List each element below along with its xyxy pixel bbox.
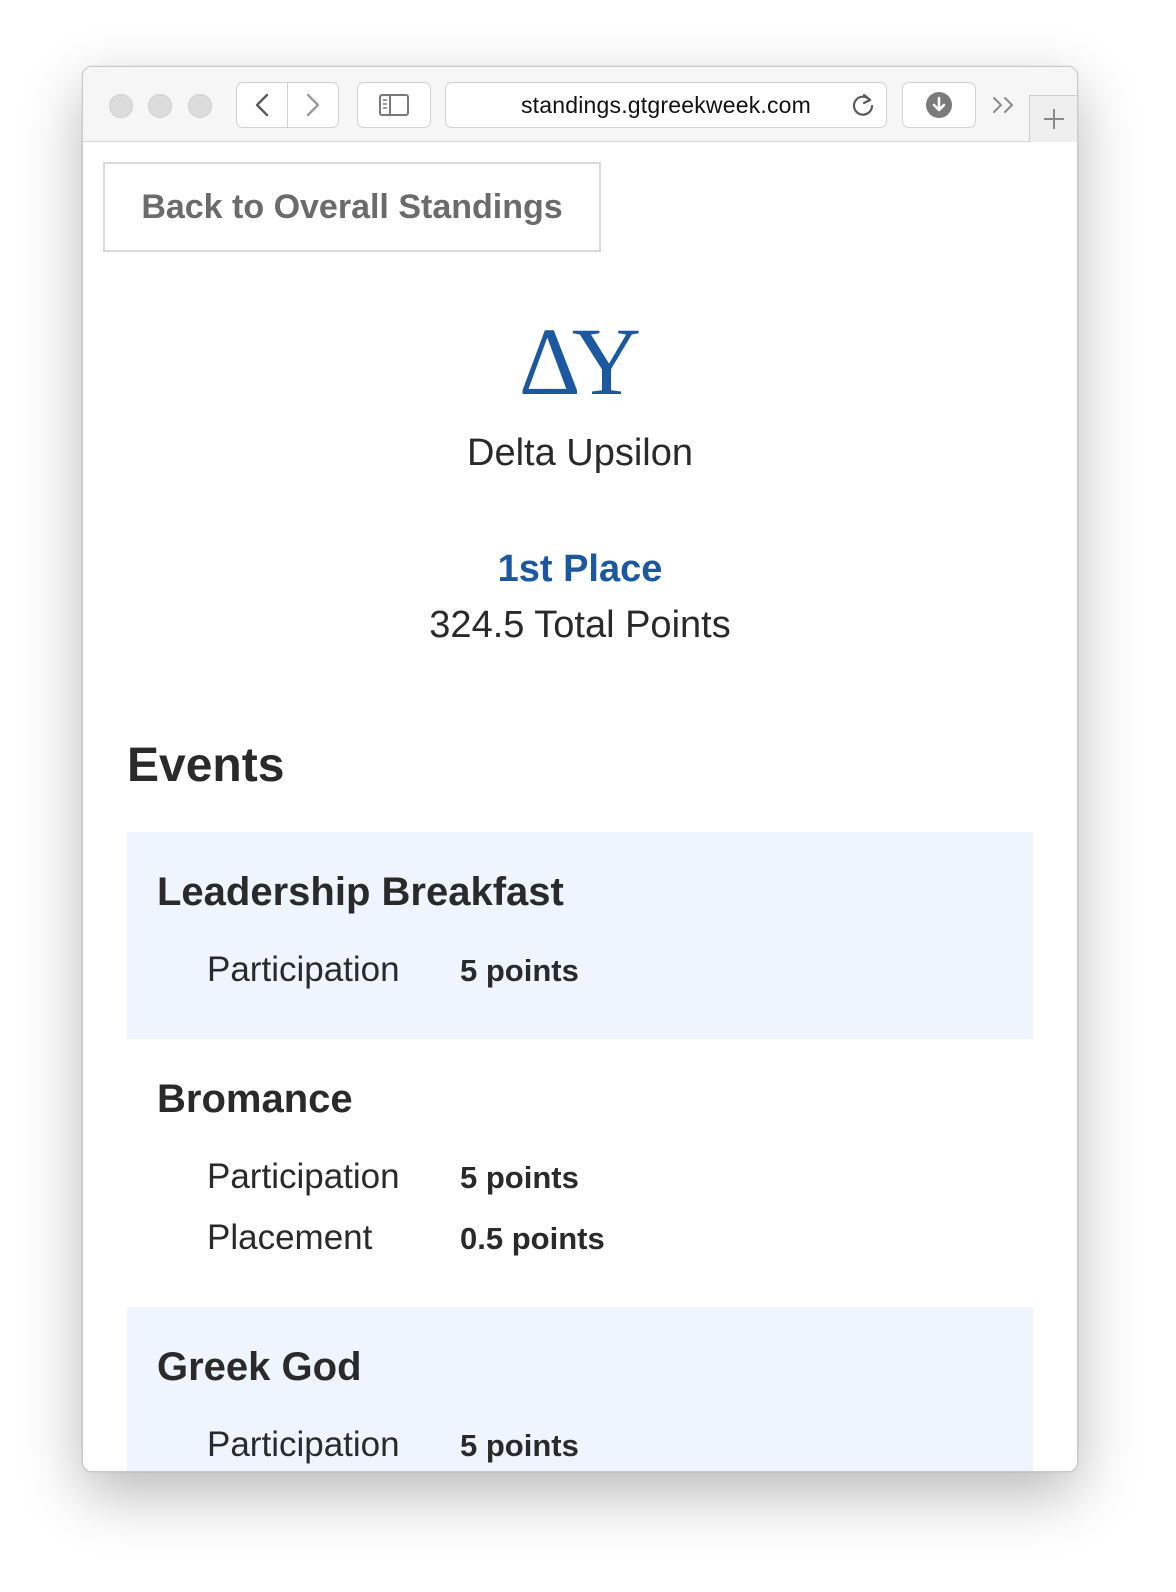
back-nav-button[interactable] xyxy=(236,82,288,128)
place-ranking: 1st Place xyxy=(497,548,663,590)
forward-chevron-icon xyxy=(306,93,320,117)
score-row: Placement 0.5 points xyxy=(207,1218,605,1258)
event-title: Greek God xyxy=(157,1345,362,1389)
score-row: Participation 5 points xyxy=(207,1157,579,1197)
score-points: 5 points xyxy=(460,1160,579,1195)
score-label: Participation xyxy=(207,1425,400,1464)
back-chevron-icon xyxy=(255,93,269,117)
score-label: Placement xyxy=(207,1218,373,1257)
score-points: 5 points xyxy=(460,953,579,988)
score-label: Participation xyxy=(207,1157,400,1196)
minimize-window-button[interactable] xyxy=(148,94,172,118)
downloads-button[interactable] xyxy=(902,82,976,128)
total-points: 324.5 Total Points xyxy=(429,604,731,646)
score-points: 5 points xyxy=(460,1428,579,1463)
back-to-standings-button[interactable]: Back to Overall Standings xyxy=(103,162,601,252)
score-points: 0.5 points xyxy=(460,1221,605,1256)
greek-letters-logo: ΔΥ xyxy=(518,308,642,415)
url-text: standings.gtgreekweek.com xyxy=(520,91,812,118)
event-card: Greek God Participation 5 points xyxy=(127,1307,1033,1471)
plus-icon xyxy=(1043,109,1064,129)
event-card: Bromance Participation 5 points Placement… xyxy=(127,1039,1033,1307)
score-label: Participation xyxy=(207,950,400,989)
sidebar-icon xyxy=(379,94,409,116)
address-bar[interactable]: standings.gtgreekweek.com xyxy=(445,82,887,128)
forward-nav-button[interactable] xyxy=(287,82,339,128)
score-row: Participation 5 points xyxy=(207,950,579,990)
event-title: Bromance xyxy=(157,1077,353,1121)
event-title: Leadership Breakfast xyxy=(157,870,564,914)
zoom-window-button[interactable] xyxy=(188,94,212,118)
page-content: Back to Overall Standings ΔΥ Delta Upsil… xyxy=(83,142,1077,1471)
overflow-chevron-icon[interactable] xyxy=(991,93,1019,117)
organization-name: Delta Upsilon xyxy=(467,432,693,474)
sidebar-toggle-button[interactable] xyxy=(357,82,431,128)
new-tab-button[interactable] xyxy=(1029,95,1077,142)
browser-toolbar: standings.gtgreekweek.com xyxy=(83,67,1077,142)
reload-icon[interactable] xyxy=(850,92,876,118)
event-card: Leadership Breakfast Participation 5 poin… xyxy=(127,832,1033,1039)
download-icon xyxy=(926,92,952,118)
score-row: Participation 5 points xyxy=(207,1425,579,1465)
close-window-button[interactable] xyxy=(109,94,133,118)
browser-window: standings.gtgreekweek.com Back to Overal… xyxy=(82,66,1078,1472)
events-heading: Events xyxy=(127,739,285,792)
